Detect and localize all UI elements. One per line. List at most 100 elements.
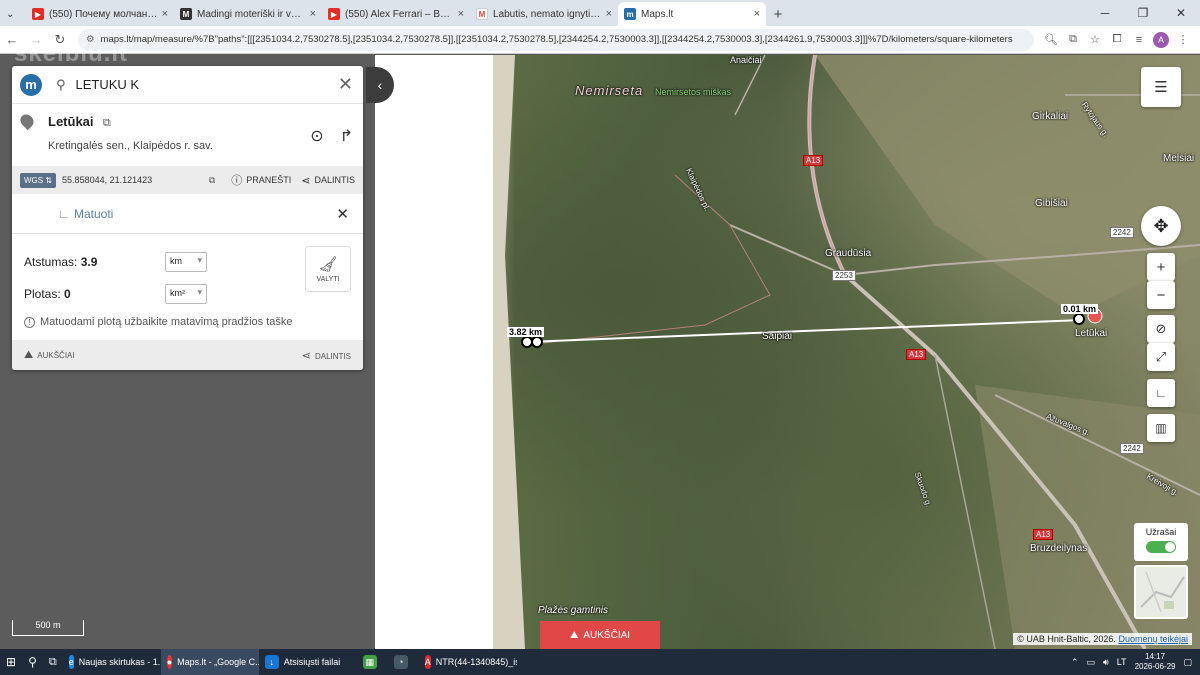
distance-unit-select[interactable]: km: [165, 252, 207, 272]
browser-tab-active[interactable]: m Maps.lt ×: [618, 2, 766, 26]
zoom-out-button[interactable]: −: [1147, 281, 1175, 309]
media-icon[interactable]: ≡: [1128, 34, 1150, 46]
info-icon: ⓘ: [231, 175, 243, 187]
zoom-in-button[interactable]: +: [1147, 253, 1175, 281]
close-icon[interactable]: ×: [162, 8, 168, 20]
search-input[interactable]: [75, 77, 336, 92]
bookmark-star-icon[interactable]: ☆: [1084, 33, 1106, 46]
clear-measure-button[interactable]: 🧹︎ VALYTI: [305, 246, 351, 292]
data-providers-link[interactable]: Duomenų teikėjai: [1118, 634, 1188, 644]
map-canvas[interactable]: Nemirseta Nemirsetos miškas Anaičiai Gir…: [375, 55, 1200, 649]
area-unit-select[interactable]: km²: [165, 284, 207, 304]
measure-line: [526, 319, 1083, 343]
ruler-icon: ∟: [58, 206, 70, 221]
distance-label: Atstumas:: [24, 255, 78, 269]
download-icon: ↓: [264, 655, 279, 669]
profile-avatar[interactable]: A: [1153, 31, 1169, 48]
map-label-gibisiai: Gibišiai: [1035, 198, 1068, 209]
coordinate-system-button[interactable]: WGS ⇅: [20, 172, 57, 188]
toggle-switch[interactable]: [1146, 541, 1176, 553]
area-label: Plotas:: [24, 287, 61, 301]
new-tab-button[interactable]: +: [766, 2, 790, 26]
search-nearby-icon[interactable]: ⊙: [310, 126, 323, 146]
taskbar-app[interactable]: ▦: [357, 649, 388, 675]
browser-tab[interactable]: ▶ (550) Alex Ferrari – Bara Bá ×: [322, 2, 470, 26]
maps-icon: m: [624, 8, 636, 20]
tab-title: (550) Alex Ferrari – Bara Bá: [345, 8, 454, 20]
basemap-switcher[interactable]: [1134, 565, 1188, 619]
copy-icon[interactable]: ⧉: [103, 117, 111, 129]
speedometer-icon: ◔: [393, 655, 408, 669]
browser-tab[interactable]: M Labutis, nemato ignytis Jusu m... ×: [470, 2, 618, 26]
share-button[interactable]: ⋖ DALINTIS: [301, 174, 355, 187]
close-icon[interactable]: ×: [458, 8, 464, 20]
measure-title: Matuoti: [74, 206, 114, 221]
network-icon[interactable]: ▭: [1087, 657, 1096, 668]
minimize-icon[interactable]: ─: [1086, 0, 1124, 26]
measure-tool-button[interactable]: ∟: [1147, 379, 1175, 407]
search-button[interactable]: ⚲: [22, 649, 43, 675]
clock[interactable]: 14:17 2026-06-29: [1135, 652, 1176, 672]
taskbar-app[interactable]: A NTR(44-1340845)_is...: [419, 649, 517, 675]
extensions-icon[interactable]: ⧠: [1106, 33, 1128, 46]
task-view-button[interactable]: ⧉: [43, 649, 63, 675]
chevron-up-icon[interactable]: ⌃: [1071, 657, 1079, 668]
compass-button[interactable]: ✥: [1141, 206, 1181, 246]
tab-title: Maps.lt: [641, 8, 674, 20]
maps-logo[interactable]: m: [20, 73, 42, 96]
url-field[interactable]: ⚙ maps.lt/map/measure/%7B"paths":[[[2351…: [78, 28, 1034, 51]
close-icon[interactable]: ×: [754, 8, 760, 20]
info-icon: !: [24, 316, 35, 328]
zoom-icon[interactable]: 🔍︎: [1040, 33, 1062, 46]
menu-button[interactable]: ☰: [1141, 67, 1181, 107]
elevation-button[interactable]: ⛰ AUKŠČIAI: [540, 621, 660, 649]
url-text: maps.lt/map/measure/%7B"paths":[[[235103…: [100, 34, 1013, 45]
install-icon[interactable]: ⧉: [1062, 33, 1084, 46]
labels-toggle[interactable]: Užrašai: [1134, 523, 1188, 561]
close-icon[interactable]: ×: [310, 8, 316, 20]
hamburger-icon: ☰: [1154, 79, 1168, 96]
language-indicator[interactable]: LT: [1117, 657, 1127, 667]
search-icon: ⚲: [56, 76, 66, 92]
report-label: PRANEŠTI: [246, 175, 292, 185]
tab-list-button[interactable]: ⌄: [0, 2, 26, 26]
clock-time: 14:17: [1145, 652, 1166, 661]
rotate-reset-button[interactable]: ⊘: [1147, 315, 1175, 343]
browser-tab[interactable]: M Madingi moteriški ir vyriški bat... ×: [174, 2, 322, 26]
share-footer-button[interactable]: ⋖ DALINTIS: [302, 349, 351, 362]
notification-icon[interactable]: ▢: [1183, 657, 1192, 668]
elevation-button-label: AUKŠČIAI: [583, 629, 631, 641]
browser-tab[interactable]: ▶ (550) Почему молчание лучше... ×: [26, 2, 174, 26]
map-label-plazes: Plažės gamtinis: [538, 605, 609, 616]
taskbar-app-label: Atsisiųsti failai: [283, 657, 341, 667]
clear-search-icon[interactable]: ✕: [336, 74, 355, 95]
start-button[interactable]: ⊞: [0, 649, 22, 675]
plus-icon: +: [1156, 258, 1166, 276]
map-layers-button[interactable]: ▥: [1147, 414, 1175, 442]
menu-icon[interactable]: ⋮: [1172, 33, 1194, 46]
elevation-icon: ⛰: [569, 629, 579, 641]
volume-icon[interactable]: 🔊︎: [1103, 657, 1109, 668]
taskbar-app-label: NTR(44-1340845)_is...: [435, 657, 517, 667]
close-icon[interactable]: ×: [606, 8, 612, 20]
distance-row: Atstumas: 3.9 km: [24, 246, 351, 278]
close-window-icon[interactable]: ✕: [1162, 0, 1200, 26]
elevation-footer-label: AUKŠČIAI: [37, 350, 75, 360]
minus-icon: −: [1156, 286, 1166, 304]
close-measure-icon[interactable]: ✕: [334, 205, 351, 223]
elevation-footer-button[interactable]: ⛰ AUKŠČIAI: [24, 349, 75, 362]
report-button[interactable]: ⓘ PRANEŠTI: [231, 172, 291, 188]
ruler-icon: ∟: [1155, 386, 1167, 400]
address-bar: ← → ↻ ⚙ maps.lt/map/measure/%7B"paths":[…: [0, 26, 1200, 54]
taskbar-app[interactable]: e Naujas skirtukas - 1...: [63, 649, 161, 675]
youtube-icon: ▶: [32, 8, 44, 20]
fullscreen-button[interactable]: ⤢: [1147, 343, 1175, 371]
measure-hint-text: Matuodami plotą užbaikite matavimą pradž…: [40, 316, 293, 328]
copy-coords-icon[interactable]: ⧉: [209, 175, 215, 186]
taskbar-app-label: Naujas skirtukas - 1...: [78, 657, 161, 667]
taskbar-app[interactable]: ↓ Atsisiųsti failai: [259, 649, 357, 675]
taskbar-app[interactable]: ◔: [388, 649, 419, 675]
directions-icon[interactable]: ↱: [340, 126, 353, 146]
restore-icon[interactable]: ❐: [1124, 0, 1162, 26]
taskbar-app-active[interactable]: ● Maps.lt - „Google C...: [160, 649, 259, 675]
